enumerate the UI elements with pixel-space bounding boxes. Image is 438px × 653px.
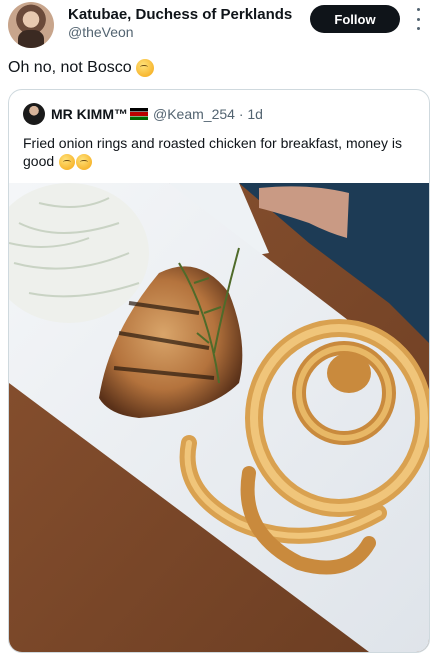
quoted-text-line1: Fried onion rings and roasted chicken fo… [23, 135, 402, 151]
grinning-sweat-icon [76, 154, 93, 171]
food-photo[interactable] [9, 183, 429, 652]
post-header: Katubae, Duchess of Perklands @theVeon F… [0, 0, 438, 52]
quoted-text: Fried onion rings and roasted chicken fo… [23, 134, 419, 171]
quoted-handle-time: @Keam_254 · 1d [153, 106, 263, 122]
author-handle[interactable]: @theVeon [68, 24, 134, 40]
quoted-post-card[interactable]: MR KIMM™ @Keam_254 · 1d Fried onion ring… [8, 89, 430, 653]
author-display-name[interactable]: Katubae, Duchess of Perklands [68, 6, 292, 23]
quoted-author-name: MR KIMM™ [51, 106, 128, 122]
post-text-content: Oh no, not Bosco [8, 59, 132, 76]
pleading-face-icon [135, 59, 154, 77]
quoted-author-avatar [23, 103, 45, 125]
kenya-flag-icon [130, 108, 148, 120]
author-avatar[interactable] [8, 2, 54, 48]
quoted-text-line2: good [23, 153, 55, 169]
more-options-icon[interactable] [414, 8, 422, 30]
post-text: Oh no, not Bosco [8, 59, 154, 77]
follow-button[interactable]: Follow [310, 5, 400, 33]
onion-ring-center [327, 353, 371, 393]
grinning-sweat-icon [59, 154, 76, 171]
